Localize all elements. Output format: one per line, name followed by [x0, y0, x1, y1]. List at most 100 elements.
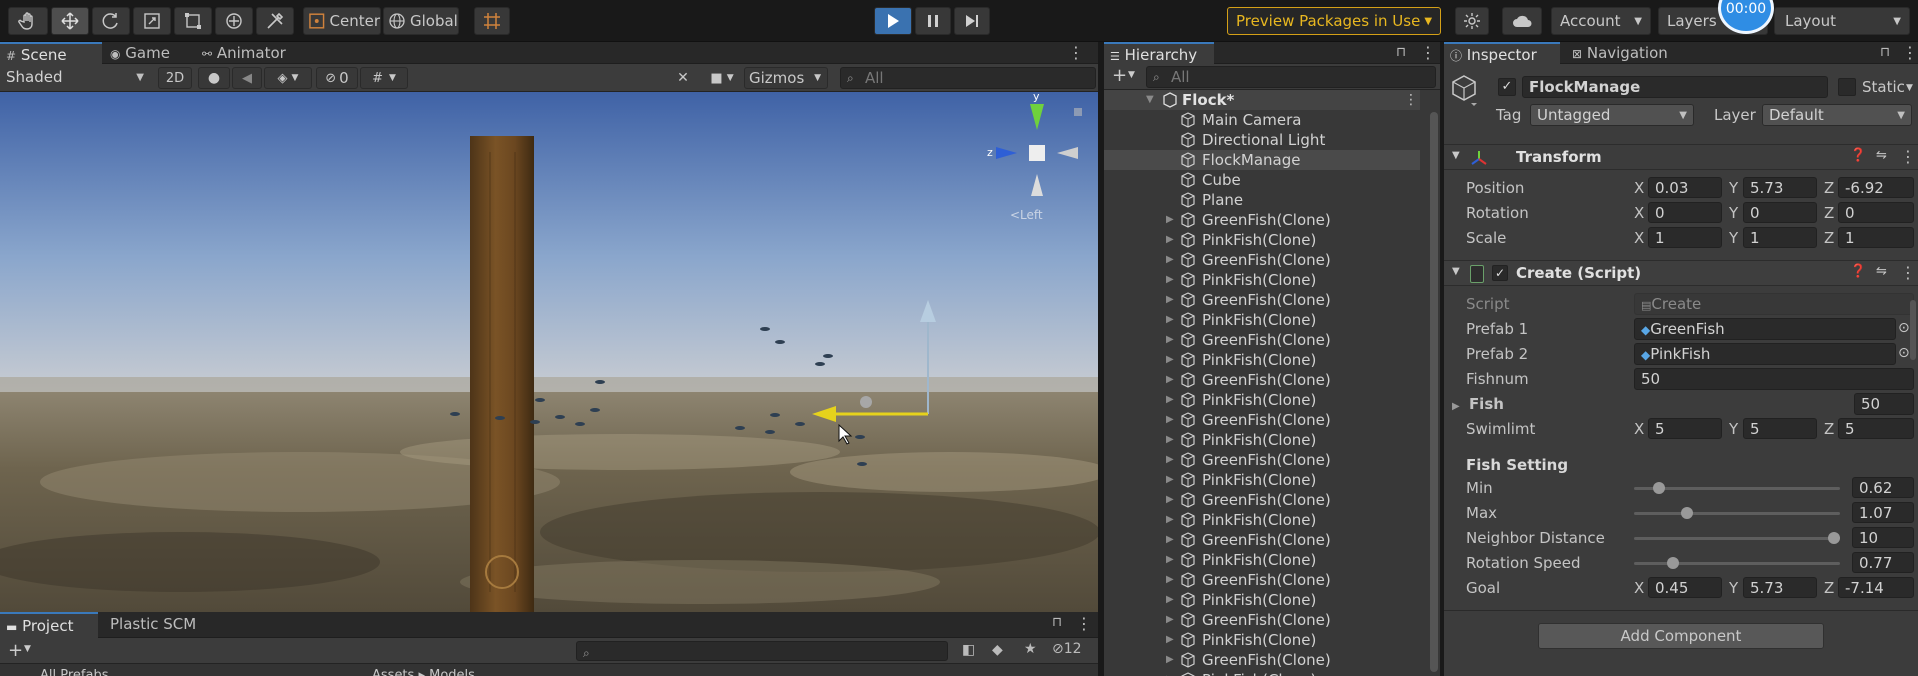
help-icon[interactable]: ❓	[1850, 264, 1866, 279]
space-toggle[interactable]: Global	[383, 7, 459, 35]
project-more-icon[interactable]: ⋮	[1076, 614, 1092, 633]
hierarchy-item[interactable]: ▶ PinkFish(Clone)	[1104, 430, 1420, 450]
breadcrumb-models[interactable]: Models	[429, 668, 475, 676]
foldout-arrow-icon[interactable]: ▼	[1452, 150, 1460, 161]
inspector-scrollbar[interactable]	[1910, 300, 1916, 360]
cloud-button[interactable]	[1502, 7, 1542, 35]
expand-arrow-icon[interactable]: ▶	[1166, 290, 1174, 310]
tab-hierarchy[interactable]: ☰ Hierarchy	[1104, 42, 1214, 64]
move-tool-button[interactable]	[51, 7, 89, 35]
expand-arrow-icon[interactable]: ▶	[1166, 310, 1174, 330]
expand-arrow-icon[interactable]: ▶	[1166, 390, 1174, 410]
tab-animator[interactable]: ⚯ Animator	[196, 42, 306, 64]
active-checkbox[interactable]: ✓	[1498, 78, 1516, 96]
chevron-down-icon[interactable]: ▼	[24, 644, 31, 654]
expand-arrow-icon[interactable]: ▶	[1166, 550, 1174, 570]
object-picker-icon[interactable]: ⊙	[1898, 345, 1910, 361]
hierarchy-item[interactable]: ▶ GreenFish(Clone)	[1104, 650, 1420, 670]
slider-handle[interactable]	[1680, 507, 1693, 519]
field-y[interactable]: 5	[1743, 418, 1817, 439]
hierarchy-item[interactable]: ▶ PinkFish(Clone)	[1104, 230, 1420, 250]
hierarchy-item[interactable]: ▶ GreenFish(Clone)	[1104, 330, 1420, 350]
component-more-icon[interactable]: ⋮	[1900, 147, 1916, 166]
field-z[interactable]: 5	[1838, 418, 1914, 439]
layout-dropdown[interactable]: Layout ▼	[1774, 7, 1910, 35]
shading-dropdown[interactable]: Shaded	[0, 67, 150, 89]
inspector-more-icon[interactable]: ⋮	[1902, 43, 1918, 62]
hierarchy-more-icon[interactable]: ⋮	[1420, 43, 1436, 62]
services-button[interactable]	[1455, 7, 1489, 35]
scene-viewport[interactable]: y z <Left	[0, 92, 1098, 612]
hierarchy-item[interactable]: ▶ GreenFish(Clone)	[1104, 450, 1420, 470]
hierarchy-search-input[interactable]: ⌕ All	[1146, 66, 1436, 88]
transform-header[interactable]: ▼ Transform ❓ ⇋ ⋮	[1444, 144, 1918, 170]
filter-type-icon[interactable]: ◧	[962, 642, 975, 658]
account-dropdown[interactable]: Account ▼	[1551, 7, 1651, 35]
chevron-down-icon[interactable]: ▼	[1128, 70, 1135, 80]
expand-arrow-icon[interactable]: ▶	[1166, 250, 1174, 270]
expand-arrow-icon[interactable]: ▶	[1166, 530, 1174, 550]
hierarchy-item[interactable]: ▶ PinkFish(Clone)	[1104, 270, 1420, 290]
hierarchy-item[interactable]: ▶ PinkFish(Clone)	[1104, 670, 1420, 676]
hierarchy-item[interactable]: ▶ GreenFish(Clone)	[1104, 410, 1420, 430]
hierarchy-item[interactable]: ▶ GreenFish(Clone)	[1104, 490, 1420, 510]
expand-arrow-icon[interactable]: ▶	[1166, 450, 1174, 470]
hierarchy-item[interactable]: FlockManage	[1104, 150, 1420, 170]
tag-dropdown[interactable]: Untagged	[1530, 104, 1694, 126]
field-z[interactable]: -7.14	[1838, 577, 1914, 598]
project-lock-icon[interactable]: ⊓	[1052, 615, 1062, 630]
scene-search-input[interactable]: ⌕ All	[840, 67, 1096, 89]
field-x[interactable]: 5	[1648, 418, 1722, 439]
slider-track[interactable]	[1634, 562, 1840, 565]
hierarchy-item[interactable]: ▶ GreenFish(Clone)	[1104, 610, 1420, 630]
scale-tool-button[interactable]	[133, 7, 171, 35]
component-more-icon[interactable]: ⋮	[1900, 263, 1916, 282]
field-y[interactable]: 1	[1743, 227, 1817, 248]
rect-tool-button[interactable]	[174, 7, 212, 35]
transform-tool-button[interactable]	[215, 7, 253, 35]
pivot-toggle[interactable]: Center	[303, 7, 381, 35]
hierarchy-item[interactable]: ▶ PinkFish(Clone)	[1104, 350, 1420, 370]
label-tag-icon[interactable]: ◆	[992, 642, 1003, 658]
presets-icon[interactable]: ⇋	[1876, 148, 1887, 163]
add-component-button[interactable]: Add Component	[1538, 623, 1824, 649]
expand-arrow-icon[interactable]: ▶	[1166, 350, 1174, 370]
tab-game[interactable]: ◉ Game	[104, 42, 186, 64]
hand-tool-button[interactable]	[8, 7, 48, 35]
field-x[interactable]: 0.45	[1648, 577, 1722, 598]
fish-size-input[interactable]: 50	[1854, 393, 1914, 415]
grid-dropdown[interactable]: # ▼	[360, 67, 408, 89]
slider-handle[interactable]	[1828, 532, 1840, 544]
hierarchy-item[interactable]: ▶ GreenFish(Clone)	[1104, 290, 1420, 310]
expand-arrow-icon[interactable]: ▶	[1166, 490, 1174, 510]
hierarchy-item[interactable]: ▶ GreenFish(Clone)	[1104, 210, 1420, 230]
project-search-input[interactable]: ⌕	[576, 641, 948, 661]
script-enabled-checkbox[interactable]: ✓	[1492, 265, 1508, 281]
expand-arrow-icon[interactable]: ▶	[1166, 210, 1174, 230]
step-button[interactable]	[954, 7, 990, 35]
expand-arrow-icon[interactable]: ▼	[1146, 90, 1154, 110]
hierarchy-root-row[interactable]: ▼ Flock* ⋮	[1104, 90, 1420, 110]
field-y[interactable]: 0	[1743, 202, 1817, 223]
tab-navigation[interactable]: ⊠ Navigation	[1566, 42, 1706, 64]
pause-button[interactable]	[915, 7, 951, 35]
create-plus-icon[interactable]: +	[8, 640, 23, 661]
rotate-tool-button[interactable]	[92, 7, 130, 35]
tab-plastic-scm[interactable]: Plastic SCM	[104, 612, 214, 638]
inspector-lock-icon[interactable]: ⊓	[1880, 45, 1890, 60]
expand-arrow-icon[interactable]: ▶	[1166, 470, 1174, 490]
expand-arrow-icon[interactable]: ▶	[1166, 410, 1174, 430]
field-y[interactable]: 5.73	[1743, 577, 1817, 598]
object-name-input[interactable]: FlockManage	[1522, 76, 1828, 98]
expand-arrow-icon[interactable]: ▶	[1166, 610, 1174, 630]
fishnum-input[interactable]: 50	[1634, 368, 1914, 390]
hierarchy-item[interactable]: ▶ PinkFish(Clone)	[1104, 510, 1420, 530]
expand-arrow-icon[interactable]: ▶	[1166, 430, 1174, 450]
hierarchy-item[interactable]: ▶ PinkFish(Clone)	[1104, 630, 1420, 650]
field-z[interactable]: -6.92	[1838, 177, 1914, 198]
script-header[interactable]: ▼ ✓ Create (Script) ❓ ⇋ ⋮	[1444, 260, 1918, 286]
hierarchy-item[interactable]: ▶ PinkFish(Clone)	[1104, 470, 1420, 490]
presets-icon[interactable]: ⇋	[1876, 264, 1887, 279]
field-x[interactable]: 1	[1648, 227, 1722, 248]
expand-arrow-icon[interactable]: ▶	[1166, 510, 1174, 530]
